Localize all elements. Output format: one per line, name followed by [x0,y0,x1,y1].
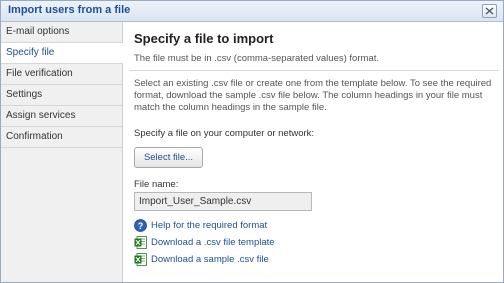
help-icon: ? [134,219,147,232]
instructions-text: Select an existing .csv file or create o… [134,78,492,113]
sidebar-item-label: Settings [6,89,43,100]
title-bar: Import users from a file [1,1,503,22]
sidebar-item-label: Confirmation [6,131,63,142]
download-sample-link[interactable]: Download a sample .csv file [151,254,269,265]
sidebar-item-label: E-mail options [6,26,70,37]
import-users-dialog: Import users from a file E-mail options … [0,0,504,283]
select-file-button[interactable]: Select file... [134,147,203,168]
help-format-link[interactable]: Help for the required format [151,220,267,231]
sidebar-item-settings[interactable]: Settings [1,85,122,106]
dialog-title: Import users from a file [8,4,131,16]
main-content: Specify a file to import The file must b… [123,22,503,282]
sidebar-item-assign-services[interactable]: Assign services [1,106,122,127]
sidebar-item-email-options[interactable]: E-mail options [1,22,122,43]
wizard-steps-sidebar: E-mail options Specify file File verific… [1,22,123,282]
sidebar-item-file-verification[interactable]: File verification [1,64,122,85]
sidebar-item-confirmation[interactable]: Confirmation [1,127,122,148]
excel-icon [134,253,147,266]
excel-icon [134,236,147,249]
specify-file-label: Specify a file on your computer or netwo… [134,128,315,139]
sidebar-item-specify-file[interactable]: Specify file [1,43,123,64]
file-name-label: File name: [134,179,179,190]
sidebar-item-label: Assign services [6,110,76,121]
page-subtitle: The file must be in .csv (comma-separate… [134,53,379,64]
close-icon [485,7,494,15]
download-template-link[interactable]: Download a .csv file template [151,237,275,248]
divider [129,70,499,71]
svg-text:?: ? [138,221,144,231]
sidebar-item-label: Specify file [6,47,55,58]
page-title: Specify a file to import [134,31,274,46]
sidebar-item-label: File verification [6,68,73,79]
file-name-field: Import_User_Sample.csv [134,192,312,211]
close-button[interactable] [482,4,497,18]
